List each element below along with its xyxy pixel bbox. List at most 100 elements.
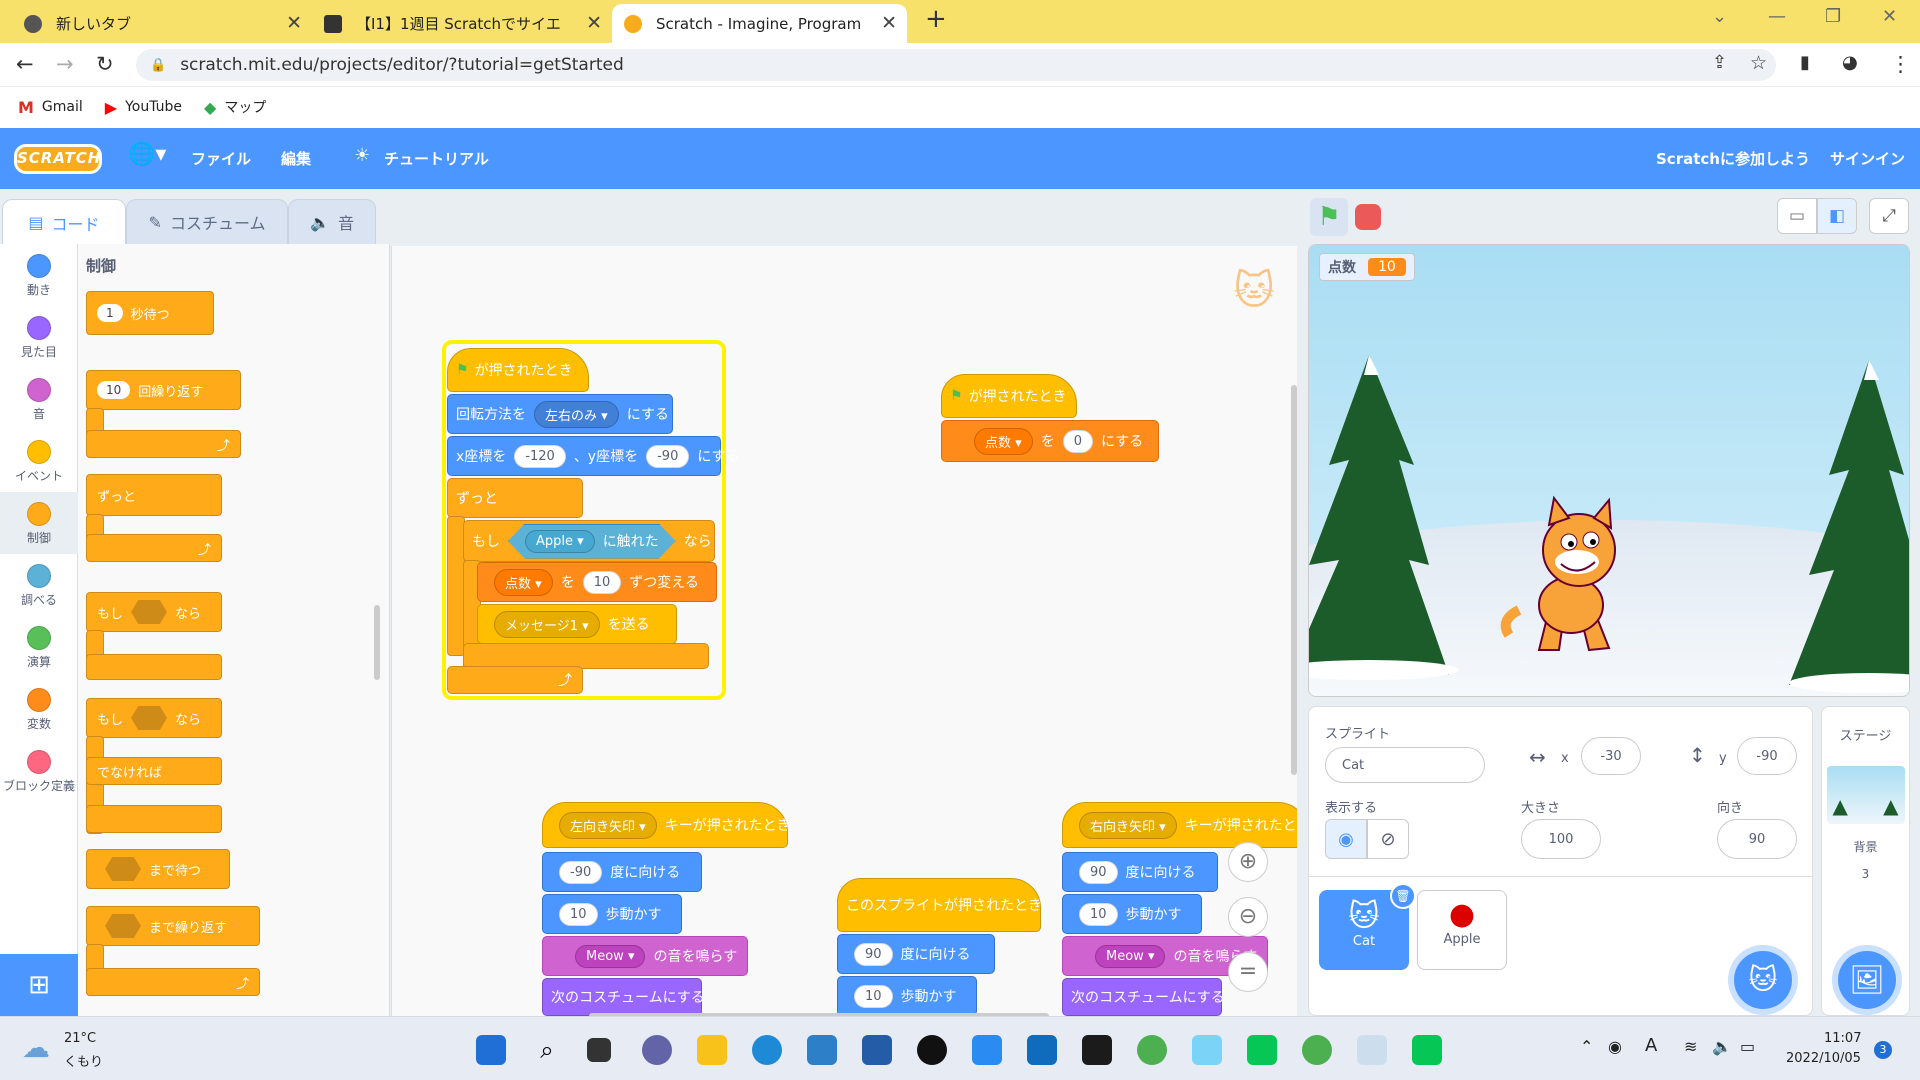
key-dropdown[interactable]: 左向き矢印 ▾ [559,811,657,839]
palette-ifelse-block[interactable]: もし なら [86,698,222,738]
sound-dropdown[interactable]: Meow ▾ [575,944,646,968]
delete-sprite-icon[interactable]: 🗑 [1390,883,1416,909]
vscode-icon[interactable] [972,1035,1002,1065]
signin-link[interactable]: サインイン [1830,148,1905,169]
show-sprite-eye-icon[interactable]: ◉ [1325,819,1367,859]
forever-block[interactable]: ずっと [447,478,583,518]
app-icon[interactable] [1027,1035,1057,1065]
start-icon[interactable] [476,1035,506,1065]
forward-icon[interactable]: → [56,52,74,76]
volume-icon[interactable]: 🔈 [1712,1037,1732,1056]
when-key-pressed-block[interactable]: 左向き矢印 ▾ キーが押されたとき [542,802,791,848]
large-stage-button[interactable]: ◧ [1817,198,1857,234]
chrome-profile-icon[interactable] [1302,1035,1332,1065]
browser-tab-lesson[interactable]: 【I1】1週目 Scratchでサイエンスアート ✕ [312,4,612,43]
tab-search-icon[interactable]: ⌄ [1712,6,1727,27]
menu-file[interactable]: ファイル [191,148,251,169]
share-icon[interactable]: ⇪ [1712,52,1727,73]
variable-dropdown[interactable]: 点数 ▾ [974,427,1033,455]
when-key-pressed-block[interactable]: 右向き矢印 ▾ キーが押されたとき [1062,802,1297,848]
sprite-direction-input[interactable]: 90 [1717,819,1797,859]
x-input[interactable]: -120 [514,444,566,468]
block-input[interactable]: 1 [97,304,123,322]
tray-chevron-icon[interactable]: ⌃ [1580,1037,1593,1056]
file-explorer-icon[interactable] [697,1035,727,1065]
bookmark-youtube[interactable]: ▶ YouTube [105,98,182,117]
tab-code[interactable]: ▤ コード [2,199,126,245]
weather-temp[interactable]: 21°C [64,1031,96,1046]
line-icon[interactable] [1412,1035,1442,1065]
variable-monitor[interactable]: 点数 10 [1319,253,1415,281]
app-icon[interactable] [917,1035,947,1065]
sprite-name-input[interactable]: Cat [1325,747,1485,783]
steps-input[interactable]: 10 [559,902,598,926]
choose-sprite-button[interactable]: 🐱 [1734,951,1792,1009]
menu-tutorial[interactable]: チュートリアル [384,148,489,169]
clock-time[interactable]: 11:07 [1824,1031,1861,1046]
bookmark-star-icon[interactable]: ☆ [1750,52,1767,74]
block-input[interactable]: 10 [97,381,131,399]
stop-button[interactable] [1355,204,1381,230]
store-icon[interactable] [807,1035,837,1065]
when-sprite-clicked-block[interactable]: このスプライトが押されたとき [837,878,1042,932]
category-variables[interactable]: 変数 [0,678,78,740]
tray-app-icon[interactable]: ◉ [1608,1037,1622,1056]
change-input[interactable]: 10 [582,570,622,594]
sprite-thumb-cat[interactable]: 🐱 Cat 🗑 [1319,883,1416,970]
close-icon[interactable]: ✕ [881,12,897,34]
sprite-y-input[interactable]: -90 [1737,737,1797,775]
profile-avatar[interactable]: ◕ [1842,52,1858,73]
category-events[interactable]: イベント [0,430,78,492]
window-close-icon[interactable]: ✕ [1882,6,1897,27]
add-extension-button[interactable]: ⊞ [0,954,78,1016]
edge-icon[interactable] [752,1035,782,1065]
move-steps-block[interactable]: 10 歩動かす [837,976,977,1016]
message-dropdown[interactable]: メッセージ1 ▾ [494,610,600,638]
zoom-out-icon[interactable]: ⊖ [1228,897,1268,937]
browser-tab-newtab[interactable]: 新しいタブ ✕ [12,4,312,43]
choose-backdrop-button[interactable]: 🖼 [1838,951,1896,1009]
move-steps-block[interactable]: 10 歩動かす [542,894,682,934]
small-stage-button[interactable]: ▭ [1777,198,1817,234]
when-flag-clicked-block[interactable]: ⚑ が押されたとき [447,348,589,392]
set-variable-block[interactable]: 点数 ▾ を 0 にする [941,420,1159,462]
hide-sprite-eye-icon[interactable]: ⊘ [1367,819,1409,859]
address-bar[interactable]: 🔒 scratch.mit.edu/projects/editor/?tutor… [136,49,1776,81]
app-icon[interactable] [1192,1035,1222,1065]
point-direction-block[interactable]: 90 度に向ける [1062,852,1218,892]
touching-dropdown[interactable]: Apple ▾ [525,529,595,553]
bookmark-gmail[interactable]: M Gmail [18,98,83,117]
steps-input[interactable]: 10 [1079,902,1118,926]
stage-canvas[interactable]: 点数 10 [1308,244,1910,697]
boolean-slot[interactable] [105,857,141,881]
fullscreen-icon[interactable]: ⤢ [1869,198,1909,234]
zoom-reset-icon[interactable]: = [1228,952,1268,992]
menu-edit[interactable]: 編集 [281,148,311,169]
menu-icon[interactable]: ⋮ [1890,52,1911,76]
sound-dropdown[interactable]: Meow ▾ [1095,944,1166,968]
set-input[interactable]: 0 [1062,429,1093,453]
category-operators[interactable]: 演算 [0,616,78,678]
category-sound[interactable]: 音 [0,368,78,430]
variable-dropdown[interactable]: 点数 ▾ [494,568,553,596]
direction-input[interactable]: -90 [559,860,603,884]
palette-forever-block[interactable]: ずっと [86,474,222,516]
palette-if-block[interactable]: もし なら [86,592,222,632]
sprite-x-input[interactable]: -30 [1581,737,1641,775]
line-icon[interactable] [1247,1035,1277,1065]
steps-input[interactable]: 10 [854,984,893,1008]
key-dropdown[interactable]: 右向き矢印 ▾ [1079,811,1177,839]
stage-selector[interactable]: ステージ ▲ ▲ 背景 3 🖼 [1821,706,1910,1016]
back-icon[interactable]: ← [16,52,34,76]
y-input[interactable]: -90 [646,444,690,468]
category-looks[interactable]: 見た目 [0,306,78,368]
minimize-icon[interactable]: — [1768,6,1786,27]
direction-input[interactable]: 90 [1079,860,1118,884]
wifi-icon[interactable]: ≋ [1684,1037,1697,1056]
search-icon[interactable]: ⌕ [532,1035,562,1065]
reload-icon[interactable]: ↻ [96,52,114,76]
broadcast-block[interactable]: メッセージ1 ▾ を送る [477,604,677,644]
new-tab-icon[interactable]: + [925,4,947,34]
go-to-xy-block[interactable]: x座標を -120 、y座標を -90 にする [447,436,739,476]
next-costume-block[interactable]: 次のコスチュームにする [542,978,705,1016]
